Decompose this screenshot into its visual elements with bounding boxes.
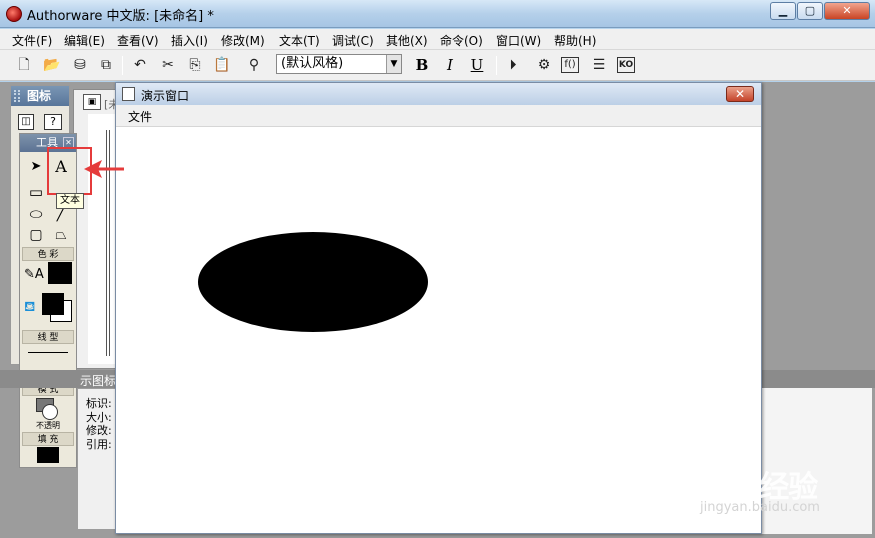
menu-debug[interactable]: 调试(C) [332, 32, 374, 49]
menu-other[interactable]: 其他(X) [386, 32, 428, 49]
toolbar-separator [122, 56, 123, 75]
open-file-icon[interactable]: 📂 [42, 55, 62, 75]
presentation-title-bar[interactable]: 演示窗口 ✕ [116, 83, 761, 105]
flowline-canvas[interactable] [88, 114, 118, 364]
import-icon[interactable]: ⧉ [96, 55, 116, 75]
restart-icon[interactable]: ⏵ [503, 55, 523, 75]
copy-icon[interactable]: ⎘ [185, 55, 205, 75]
minimize-button[interactable]: ▁ [770, 2, 796, 20]
window-title: Authorware 中文版: [未命名] * [27, 9, 214, 24]
mode-value-label: 不透明 [36, 421, 60, 430]
red-arrow-icon [84, 160, 124, 178]
functions-icon[interactable]: f() [561, 57, 579, 73]
prop-reference-label: 引用: [86, 438, 112, 451]
cut-icon[interactable]: ✂ [158, 55, 178, 75]
fill-section-label: 填 充 [22, 432, 74, 446]
toolbar: 🗋 📂 ⛁ ⧉ ↶ ✂ ⎘ 📋 ⚲ (默认风格) ▼ B I U ⏵ ⚙ f()… [0, 50, 875, 81]
paste-icon[interactable]: 📋 [212, 55, 232, 75]
menu-bar: 文件(F) 编辑(E) 查看(V) 插入(I) 修改(M) 文本(T) 调试(C… [0, 29, 875, 50]
display-icon[interactable]: ◫ [18, 114, 34, 130]
variables-icon[interactable]: ☰ [589, 55, 609, 75]
color-section-label: 色 彩 [22, 247, 74, 261]
underline-button[interactable]: U [467, 55, 487, 75]
bold-button[interactable]: B [412, 55, 432, 75]
polygon-tool-icon[interactable]: ⏢ [51, 225, 71, 245]
find-icon[interactable]: ⚲ [244, 55, 264, 75]
close-icon[interactable]: ✕ [726, 86, 754, 102]
presentation-window-icon [122, 87, 135, 101]
menu-file[interactable]: 文件(F) [12, 32, 52, 49]
menu-edit[interactable]: 编辑(E) [64, 32, 105, 49]
menu-insert[interactable]: 插入(I) [171, 32, 208, 49]
line-color-swatch[interactable] [48, 262, 72, 284]
foreground-color-swatch[interactable] [42, 293, 64, 315]
flowline-icon[interactable]: ▣ [83, 94, 101, 110]
italic-button[interactable]: I [440, 55, 460, 75]
line-section-label: 线 型 [22, 330, 74, 344]
text-style-select[interactable]: (默认风格) ▼ [276, 54, 402, 74]
flowline-window: ▣ [未 [73, 89, 121, 369]
icon-palette-title: 图标 [11, 86, 69, 106]
title-bar: Authorware 中文版: [未命名] * ▁ ▢ ✕ [0, 0, 875, 28]
tooltip: 文本 [56, 193, 84, 209]
knowledge-objects-icon[interactable]: KO [617, 57, 635, 73]
app-icon [6, 6, 22, 22]
undo-icon[interactable]: ↶ [130, 55, 150, 75]
menu-window[interactable]: 窗口(W) [496, 32, 541, 49]
presentation-title: 演示窗口 [141, 89, 190, 103]
control-panel-icon[interactable]: ⚙ [534, 55, 554, 75]
text-style-value: (默认风格) [281, 56, 344, 71]
pointer-tool-icon[interactable]: ➤ [26, 157, 46, 177]
maximize-button[interactable]: ▢ [797, 2, 823, 20]
menu-help[interactable]: 帮助(H) [554, 32, 596, 49]
menu-command[interactable]: 命令(O) [440, 32, 483, 49]
chevron-down-icon[interactable]: ▼ [386, 55, 401, 73]
presentation-window: 演示窗口 ✕ 文件 [115, 82, 762, 534]
menu-text[interactable]: 文本(T) [279, 32, 320, 49]
ellipse-tool-icon[interactable]: ⬭ [26, 204, 46, 224]
properties-header-right [760, 370, 875, 388]
new-file-icon[interactable]: 🗋 [14, 55, 34, 75]
baidu-watermark-url: jingyan.baidu.com [700, 500, 820, 515]
paint-bucket-icon: ⛾ [24, 299, 36, 315]
fill-swatch[interactable] [37, 447, 59, 463]
toolbar-separator [496, 56, 497, 75]
save-all-icon[interactable]: ⛁ [70, 55, 90, 75]
question-icon[interactable]: ? [44, 114, 62, 130]
close-button[interactable]: ✕ [824, 2, 870, 20]
presentation-menu-bar: 文件 [116, 105, 761, 127]
properties-panel: 标识: 大小: 修改: 引用: [78, 389, 118, 529]
grip-handle[interactable] [14, 90, 20, 102]
black-ellipse[interactable] [198, 232, 428, 332]
rectangle-tool-icon[interactable]: ▭ [26, 182, 46, 202]
presentation-menu-file[interactable]: 文件 [128, 108, 152, 125]
rounded-rect-tool-icon[interactable]: ▢ [26, 225, 46, 245]
properties-title: 示图标 [80, 374, 117, 388]
pencil-icon: ✎A [24, 267, 44, 282]
icon-palette-label: 图标 [27, 89, 52, 103]
line-style-thin[interactable] [28, 352, 68, 353]
mode-preview-circle [42, 404, 58, 420]
menu-modify[interactable]: 修改(M) [221, 32, 265, 49]
menu-view[interactable]: 查看(V) [117, 32, 159, 49]
presentation-canvas[interactable] [116, 127, 761, 533]
